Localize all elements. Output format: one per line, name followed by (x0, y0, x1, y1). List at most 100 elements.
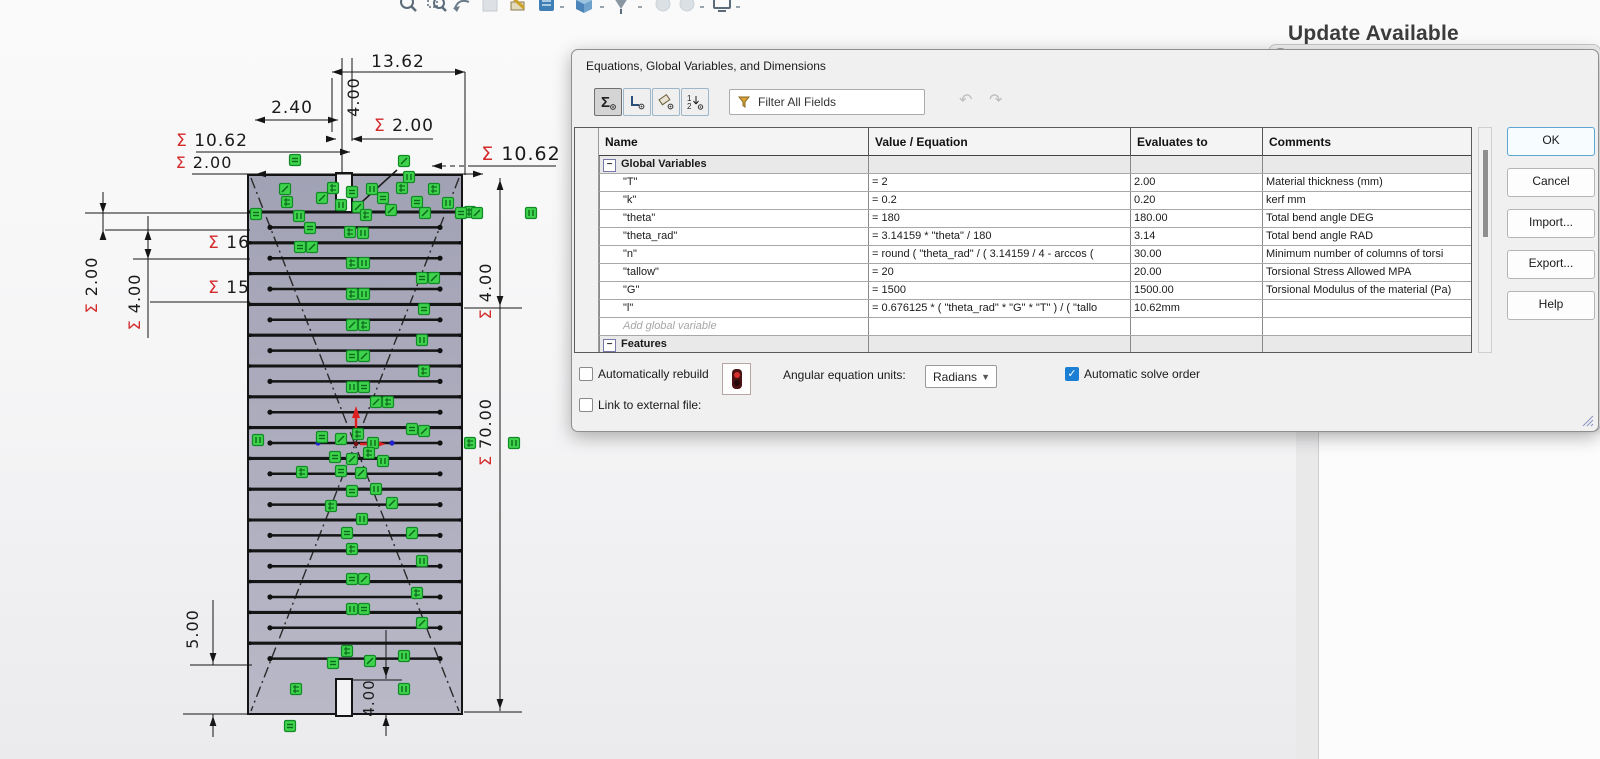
cell-evaluates[interactable]: 2.00 (1130, 174, 1262, 192)
display-style-icon[interactable] (614, 0, 628, 14)
cell-evaluates[interactable]: 20.00 (1130, 264, 1262, 282)
dimension-label[interactable]: 4.00 (360, 679, 378, 716)
sketch-relation-icon[interactable] (407, 528, 418, 539)
equation-row[interactable]: "G"= 15001500.00Torsional Modulus of the… (575, 282, 1472, 300)
sketch-relation-icon[interactable] (364, 448, 375, 459)
import-button[interactable]: Import... (1507, 209, 1595, 238)
sketch-relation-icon[interactable] (280, 184, 291, 195)
help-button[interactable]: Help (1507, 291, 1595, 320)
sketch-relation-icon[interactable] (317, 193, 328, 204)
sketch-relation-icon[interactable] (359, 258, 370, 269)
cell-comment[interactable]: Torsional Modulus of the material (Pa) (1262, 282, 1472, 300)
sketch-relation-icon[interactable] (305, 223, 316, 234)
sketch-relation-icon[interactable] (359, 320, 370, 331)
origin-point[interactable] (354, 442, 358, 446)
cell-equation[interactable]: = round ( "theta_rad" / ( 3.14159 / 4 - … (868, 246, 1130, 264)
sketch-relation-icon[interactable] (361, 210, 372, 221)
filter-field[interactable] (729, 89, 925, 115)
sketch-relation-icon[interactable] (359, 351, 370, 362)
sketch-relation-icon[interactable] (330, 452, 341, 463)
sketch-relation-icon[interactable] (347, 320, 358, 331)
sketch-relation-icon[interactable] (419, 366, 430, 377)
sketch-relation-icon[interactable] (336, 466, 347, 477)
dimension-label[interactable]: Σ 4.00 (125, 274, 144, 331)
auto-rebuild-checkbox[interactable] (579, 367, 593, 381)
sketch-relation-icon[interactable] (347, 258, 358, 269)
row-handle[interactable] (575, 282, 599, 300)
sketch-relation-icon[interactable] (317, 432, 328, 443)
sketch-relation-icon[interactable] (509, 438, 520, 449)
cell-name[interactable]: "k" (619, 192, 867, 210)
equation-row[interactable]: "theta_rad"= 3.14159 * "theta" / 1803.14… (575, 228, 1472, 246)
sketch-relation-icon[interactable] (290, 155, 301, 166)
cell-name[interactable]: "T" (619, 174, 867, 192)
cell-equation[interactable]: = 180 (868, 210, 1130, 228)
cell-name[interactable]: "n" (619, 246, 867, 264)
group-row-features[interactable]: −Features (575, 336, 1472, 353)
cell-name[interactable]: "l" (619, 300, 867, 318)
dimension-label[interactable]: 2.40 (271, 98, 313, 118)
dimension-label[interactable]: 13.62 (371, 52, 425, 72)
sketch-relation-icon[interactable] (326, 501, 337, 512)
sketch-relation-icon[interactable] (357, 514, 368, 525)
sketch-relation-icon[interactable] (526, 208, 537, 219)
row-handle[interactable] (575, 300, 599, 318)
row-handle[interactable] (575, 336, 599, 353)
row-handle[interactable] (575, 264, 599, 282)
resize-grip[interactable] (1580, 413, 1594, 427)
sketch-relation-icon[interactable] (419, 304, 430, 315)
cell-equation[interactable]: = 0.2 (868, 192, 1130, 210)
section-view-icon[interactable] (483, 0, 497, 11)
scrollbar-thumb[interactable] (1483, 150, 1488, 237)
ok-button[interactable]: OK (1507, 127, 1595, 156)
sketch-relation-icon[interactable] (420, 208, 431, 219)
sketch-relation-icon[interactable] (282, 197, 293, 208)
sketch-relation-icon[interactable] (412, 588, 423, 599)
equation-row[interactable]: "n"= round ( "theta_rad" / ( 3.14159 / 4… (575, 246, 1472, 264)
col-header-evaluates[interactable]: Evaluates to (1130, 128, 1262, 156)
cell-evaluates[interactable]: 3.14 (1130, 228, 1262, 246)
cell-comment[interactable]: Total bend angle DEG (1262, 210, 1472, 228)
cell-evaluates[interactable]: 0.20 (1130, 192, 1262, 210)
sketch-settings-icon[interactable] (511, 0, 524, 10)
sketch-relation-icon[interactable] (419, 426, 430, 437)
sketch-relation-icon[interactable] (417, 273, 428, 284)
sketch-relation-icon[interactable] (294, 211, 305, 222)
sketch-relation-icon[interactable] (399, 651, 410, 662)
dimension-label[interactable]: Σ 10.62 (481, 143, 560, 165)
sketch-relation-icon[interactable] (456, 208, 467, 219)
cell-evaluates[interactable]: 1500.00 (1130, 282, 1262, 300)
row-handle[interactable] (575, 174, 599, 192)
sketch-relation-icon[interactable] (359, 382, 370, 393)
cell-comment[interactable]: Material thickness (mm) (1262, 174, 1472, 192)
sketch-relation-icon[interactable] (336, 434, 347, 445)
zoom-to-fit-icon[interactable] (401, 0, 416, 11)
row-handle[interactable] (575, 192, 599, 210)
sketch-relation-icon[interactable] (429, 184, 440, 195)
sketch-relation-icon[interactable] (345, 227, 356, 238)
dimension-label[interactable]: Σ 16 (208, 233, 250, 253)
sketch-relation-icon[interactable] (365, 656, 376, 667)
sketch-relation-icon[interactable] (347, 544, 358, 555)
equation-row[interactable]: "k"= 0.20.20kerf mm (575, 192, 1472, 210)
cell-equation[interactable]: = 1500 (868, 282, 1130, 300)
cancel-button[interactable]: Cancel (1507, 168, 1595, 197)
cell-evaluates[interactable]: 30.00 (1130, 246, 1262, 264)
sketch-relation-icon[interactable] (347, 289, 358, 300)
sketch-relation-icon[interactable] (386, 205, 397, 216)
sketch-relation-icon[interactable] (387, 498, 398, 509)
rebuild-traffic-light-button[interactable] (722, 363, 751, 395)
sketch-relation-icon[interactable] (291, 684, 302, 695)
row-handle[interactable] (575, 210, 599, 228)
equation-row[interactable]: "l"= 0.676125 * ( "theta_rad" * "G" * "T… (575, 300, 1472, 318)
sketch-relation-icon[interactable] (342, 646, 353, 657)
sketch-relation-icon[interactable] (417, 556, 428, 567)
cell-name[interactable]: "G" (619, 282, 867, 300)
sketch-relation-icon[interactable] (328, 183, 339, 194)
sketch-relation-icon[interactable] (347, 486, 358, 497)
hide-show-items-icon[interactable] (656, 0, 670, 11)
sketch-relation-icon[interactable] (295, 242, 306, 253)
cell-comment[interactable]: Minimum number of columns of torsi (1262, 246, 1472, 264)
row-handle[interactable] (575, 246, 599, 264)
redo-icon[interactable]: ↷ (989, 90, 1002, 110)
